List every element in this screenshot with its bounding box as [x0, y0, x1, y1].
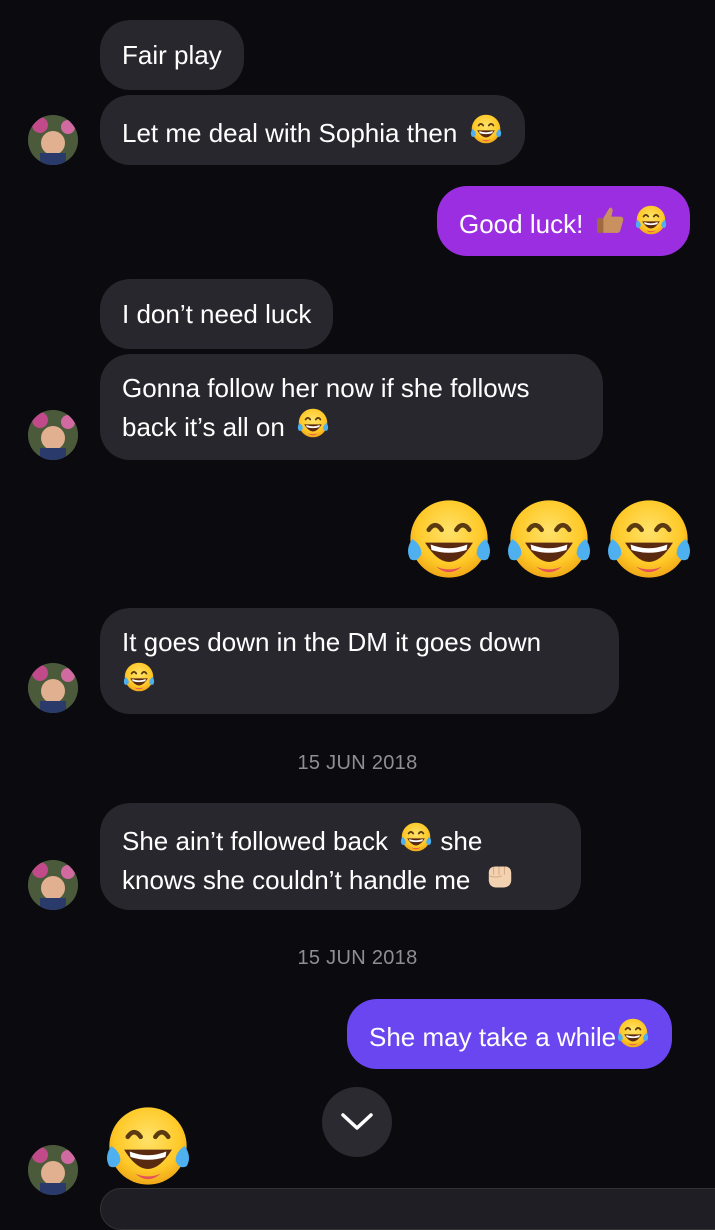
- date-separator: 15 JUN 2018: [297, 947, 418, 969]
- avatar[interactable]: [28, 410, 78, 460]
- message-text-line: back it’s all on: [122, 406, 581, 445]
- message-input[interactable]: [100, 1188, 715, 1230]
- message-bubble-incoming[interactable]: Let me deal with Sophia then: [100, 95, 525, 165]
- message-text-line: Gonna follow her now if she follows: [122, 373, 530, 403]
- laughing-emoji-icon: [297, 407, 330, 439]
- message-bubble-incoming[interactable]: She ain’t followed back she knows she co…: [100, 803, 581, 910]
- message-bubble-outgoing[interactable]: She may take a while: [347, 999, 673, 1069]
- laughing-emoji-icon: [400, 821, 433, 853]
- message-text-line: It goes down in the DM it goes down: [122, 627, 542, 657]
- laughing-emoji-icon: [503, 493, 595, 585]
- laughing-emoji-icon: [603, 493, 695, 585]
- laughing-emoji-icon: [102, 1100, 194, 1192]
- thumbs-up-icon: [596, 207, 623, 234]
- chevron-down-icon: [341, 1113, 373, 1130]
- emoji-message[interactable]: [403, 493, 703, 585]
- message-text-line: [122, 660, 597, 699]
- date-separator: 15 JUN 2018: [297, 752, 418, 774]
- avatar[interactable]: [28, 115, 78, 165]
- message-text: Good luck!: [459, 209, 584, 239]
- laughing-emoji-icon: [403, 493, 495, 585]
- message-bubble-outgoing[interactable]: Good luck!: [437, 186, 690, 256]
- message-text-line: knows she couldn’t handle me: [122, 859, 559, 898]
- laughing-emoji-icon: [469, 113, 502, 145]
- message-bubble-incoming[interactable]: It goes down in the DM it goes down: [100, 608, 619, 714]
- laughing-emoji-icon: [634, 204, 667, 236]
- laughing-emoji-icon: [122, 661, 156, 693]
- message-bubble-incoming[interactable]: Gonna follow her now if she follows back…: [100, 354, 603, 460]
- message-text: Let me deal with Sophia then: [122, 118, 458, 148]
- message-bubble-incoming[interactable]: Fair play: [100, 20, 244, 90]
- message-text-line: She ain’t followed back she: [122, 820, 559, 859]
- laughing-emoji-icon: [617, 1017, 650, 1049]
- avatar[interactable]: [28, 860, 78, 910]
- message-text: She may take a while: [369, 1022, 617, 1052]
- avatar[interactable]: [28, 663, 78, 713]
- message-text: I don’t need luck: [122, 299, 312, 329]
- fist-icon: [488, 866, 511, 888]
- message-bubble-incoming[interactable]: I don’t need luck: [100, 279, 334, 349]
- message-text: Fair play: [122, 40, 222, 70]
- emoji-message[interactable]: [102, 1100, 196, 1186]
- avatar[interactable]: [28, 1145, 78, 1195]
- scroll-to-bottom-button[interactable]: [322, 1087, 392, 1157]
